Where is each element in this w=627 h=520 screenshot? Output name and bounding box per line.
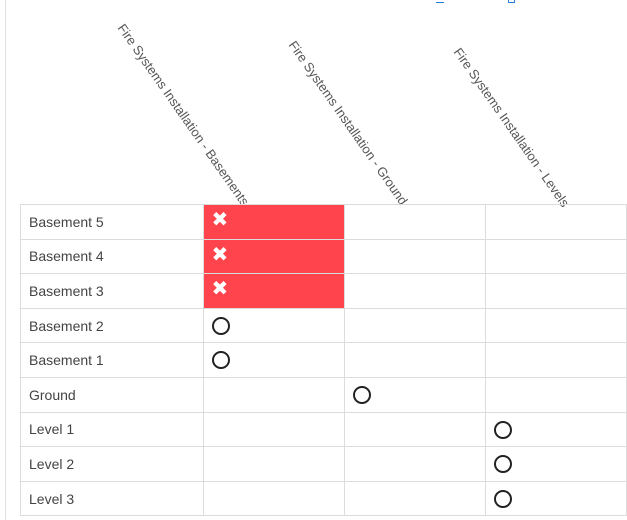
table-row: Level 2 (20, 446, 627, 482)
close-icon: ✖ (211, 243, 229, 266)
matrix-cell[interactable] (343, 342, 486, 378)
matrix-cell[interactable] (484, 411, 627, 448)
matrix-cell[interactable] (484, 238, 627, 275)
row-label: Basement 5 (20, 204, 204, 240)
row-label: Basement 1 (20, 342, 204, 378)
table-row: Basement 2 (20, 307, 627, 344)
matrix-cell[interactable] (343, 307, 486, 344)
circle-icon (211, 316, 230, 335)
matrix-cell[interactable] (202, 376, 345, 413)
matrix-cell[interactable] (484, 273, 627, 309)
matrix-cell[interactable] (343, 204, 486, 240)
row-label: Level 1 (20, 411, 204, 448)
matrix-cell[interactable] (484, 376, 627, 413)
matrix-cell[interactable] (484, 446, 627, 482)
close-icon: ✖ (211, 209, 229, 231)
table-row: Basement 1 (20, 342, 627, 378)
table-row: Basement 5 ✖ (20, 204, 627, 240)
circle-icon (352, 385, 371, 404)
row-label: Basement 2 (20, 307, 204, 344)
circle-icon (493, 420, 512, 439)
copy-icon[interactable] (508, 0, 515, 3)
table-row: Basement 3 ✖ (20, 273, 627, 309)
inspection-matrix-table: Basement 5 ✖ Basement 4 ✖ Basement 3 ✖ Basemen… (20, 204, 627, 517)
matrix-cell[interactable] (202, 411, 345, 448)
matrix-cell[interactable] (343, 446, 486, 482)
matrix-cell[interactable]: ✖ (202, 204, 345, 240)
circle-icon (493, 455, 512, 474)
matrix-cell[interactable]: ✖ (202, 273, 345, 309)
matrix-cell[interactable] (202, 446, 345, 482)
matrix-cell[interactable] (343, 411, 486, 448)
row-label: Basement 4 (20, 238, 204, 275)
matrix-cell[interactable] (484, 204, 627, 240)
matrix-cell[interactable] (343, 238, 486, 275)
row-label: Level 2 (20, 446, 204, 482)
download-icon[interactable] (436, 0, 444, 3)
matrix-cell[interactable] (484, 307, 627, 344)
close-icon: ✖ (211, 278, 229, 301)
matrix-cell[interactable] (202, 342, 345, 378)
table-row: Basement 4 ✖ (20, 238, 627, 275)
matrix-cell[interactable] (343, 273, 486, 309)
table-row: Ground (20, 376, 627, 413)
row-label: Ground (20, 376, 204, 413)
circle-icon (211, 351, 230, 370)
matrix-cell[interactable] (343, 376, 486, 413)
row-label: Basement 3 (20, 273, 204, 309)
table-row: Level 1 (20, 411, 627, 448)
matrix-cell[interactable] (202, 307, 345, 344)
matrix-cell[interactable] (484, 342, 627, 378)
matrix-cell[interactable]: ✖ (202, 238, 345, 275)
